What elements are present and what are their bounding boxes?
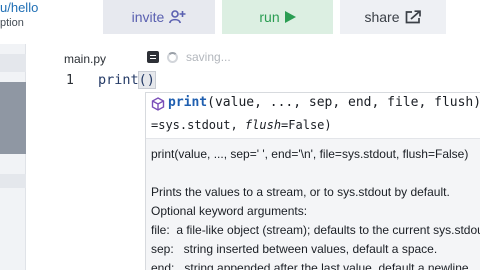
docstring: print(value, ..., sep=' ', end='\n', fil… xyxy=(151,145,480,270)
code-parens: () xyxy=(137,71,156,89)
sidebar-item[interactable] xyxy=(0,174,26,188)
tab-main-py[interactable]: main.py xyxy=(64,52,106,66)
run-button[interactable]: run xyxy=(222,0,333,34)
repo-path-link[interactable]: u/hello xyxy=(0,0,38,15)
sidebar-item-selected[interactable] xyxy=(0,82,26,154)
sidebar xyxy=(0,44,26,270)
share-label: share xyxy=(364,9,400,25)
signature-params: (value, ..., sep, end, file, flush) xyxy=(207,95,480,110)
line-number: 1 xyxy=(66,73,74,88)
saving-label: saving... xyxy=(186,50,231,64)
code-line[interactable]: print() xyxy=(98,71,156,89)
invite-button[interactable]: invite xyxy=(103,0,215,34)
doc-sep-arg: sep: string inserted between values, def… xyxy=(151,242,438,256)
add-user-icon xyxy=(169,10,186,24)
signature-flush-default: =False) xyxy=(281,118,332,132)
signature-function-name: print xyxy=(168,95,208,110)
doc-summary: Prints the values to a stream, or to sys… xyxy=(151,185,450,199)
invite-label: invite xyxy=(131,9,165,25)
doc-file-arg: file: a file-like object (stream); defau… xyxy=(151,223,480,237)
signature-line: print(value, ..., sep, end, file, flush) xyxy=(168,95,480,110)
signature-header: print(value, ..., sep, end, file, flush)… xyxy=(146,93,480,139)
top-bar: u/hello ption invite run share xyxy=(0,0,480,44)
spinner-icon xyxy=(167,51,178,63)
run-label: run xyxy=(259,9,280,25)
save-status: saving... xyxy=(147,50,231,64)
signature-flush-param: flush xyxy=(244,118,282,132)
share-icon xyxy=(405,10,422,24)
file-icon[interactable] xyxy=(147,51,159,63)
doc-optional-heading: Optional keyword arguments: xyxy=(151,204,308,218)
code-function-name: print xyxy=(98,72,139,88)
share-button[interactable]: share xyxy=(340,0,446,34)
doc-signature-line: print(value, ..., sep=' ', end='\n', fil… xyxy=(151,147,469,161)
play-icon xyxy=(284,11,296,23)
doc-spacer xyxy=(151,164,480,183)
doc-end-arg: end: string appended after the last valu… xyxy=(151,261,472,270)
signature-continuation: =sys.stdout, flush=False) xyxy=(151,118,332,132)
signature-file-default: =sys.stdout, xyxy=(151,118,245,132)
sidebar-item[interactable] xyxy=(0,54,26,72)
repo-description[interactable]: ption xyxy=(0,17,24,29)
signature-help-popup: print(value, ..., sep, end, file, flush)… xyxy=(145,92,480,270)
function-cube-icon xyxy=(151,97,165,116)
